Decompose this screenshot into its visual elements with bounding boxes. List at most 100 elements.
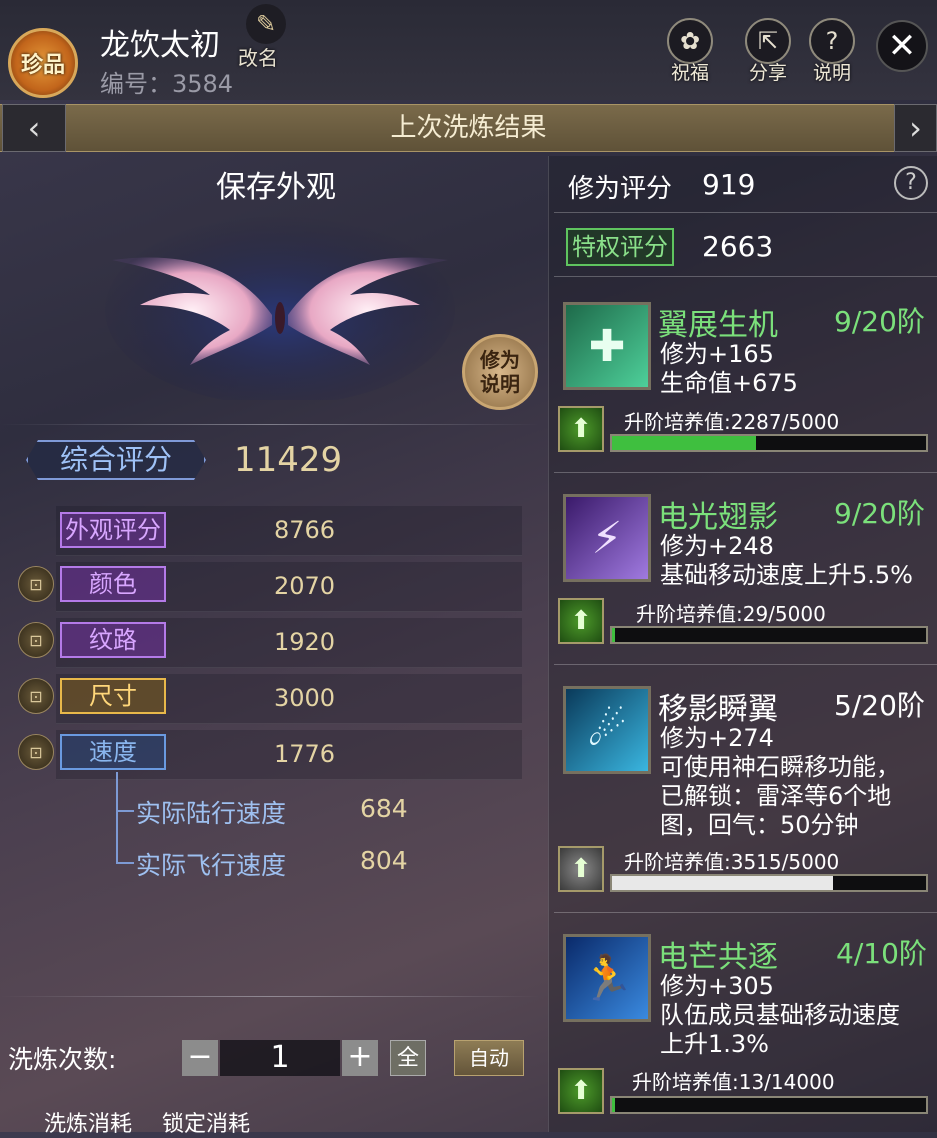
skill-desc-line: 基础移动速度上升5.5% xyxy=(660,561,913,589)
skill-tier: 5/20阶 xyxy=(834,689,925,722)
share-button[interactable]: ⇱ 分享 xyxy=(738,18,798,88)
blessing-label: 祝福 xyxy=(670,62,709,84)
overall-score-value: 11429 xyxy=(234,440,343,480)
attr-value-pattern: 1920 xyxy=(274,628,336,656)
xiuwei-score-label: 修为评分 xyxy=(568,174,673,204)
arrow-up-icon: ⬆ xyxy=(570,1076,592,1106)
lock-cost-label: 锁定消耗 xyxy=(162,1112,251,1137)
brush-icon: ✎ xyxy=(246,4,286,44)
result-banner: 上次洗炼结果 xyxy=(0,104,937,152)
refine-count-input[interactable]: 1 xyxy=(220,1040,340,1076)
max-button[interactable]: 全 xyxy=(390,1040,426,1076)
rename-button[interactable]: ✎ 改名 xyxy=(236,4,292,70)
lock-icon[interactable]: ⊡ xyxy=(18,566,54,602)
skill-tier: 9/20阶 xyxy=(834,497,925,530)
arrow-up-icon: ⬆ xyxy=(570,854,592,884)
attr-tag-color: 颜色 xyxy=(60,566,166,602)
attr-tag-pattern: 纹路 xyxy=(60,622,166,658)
skill-name: 移影瞬翼 xyxy=(658,692,778,727)
skill-desc-line: 修为+274 xyxy=(660,724,774,752)
lock-icon[interactable]: ⊡ xyxy=(18,678,54,714)
upgrade-progress-label: 升阶培养值:2287/5000 xyxy=(624,410,840,434)
privilege-score-value: 2663 xyxy=(702,230,774,263)
wing-preview-image xyxy=(105,215,455,400)
share-label: 分享 xyxy=(748,62,787,84)
banner-title: 上次洗炼结果 xyxy=(390,113,547,143)
right-divider xyxy=(554,664,937,665)
chevron-left-icon: ‹ xyxy=(27,109,41,147)
prev-button[interactable]: ‹ xyxy=(2,104,66,152)
land-speed-value: 684 xyxy=(360,794,408,823)
close-icon: ✕ xyxy=(887,26,917,66)
xiuwei-score-value: 919 xyxy=(702,168,756,201)
upgrade-progress-bar xyxy=(610,626,928,644)
attr-tag-size: 尺寸 xyxy=(60,678,166,714)
arrow-up-icon: ⬆ xyxy=(570,606,592,636)
progress-fill xyxy=(612,876,833,890)
skill-desc-line: 上升1.3% xyxy=(660,1030,769,1058)
increment-button[interactable]: + xyxy=(342,1040,378,1076)
decrement-button[interactable]: − xyxy=(182,1040,218,1076)
wing-id: 编号：3584 xyxy=(100,70,234,98)
flight-speed-label: 实际飞行速度 xyxy=(136,851,287,880)
upgrade-button-disabled[interactable]: ⬆ xyxy=(558,846,604,892)
heal-icon[interactable]: ✚ xyxy=(563,302,651,390)
rename-label: 改名 xyxy=(238,46,278,70)
skill-name: 翼展生机 xyxy=(658,308,778,343)
chevron-right-icon: › xyxy=(909,109,922,147)
attr-value-speed: 1776 xyxy=(274,740,336,768)
help-button[interactable]: ? 说明 xyxy=(802,18,862,88)
upgrade-progress-label: 升阶培养值:13/14000 xyxy=(632,1070,835,1094)
team-run-icon[interactable]: 🏃 xyxy=(563,934,651,1022)
upgrade-progress-bar xyxy=(610,1096,928,1114)
lock-icon[interactable]: ⊡ xyxy=(18,734,54,770)
xiuwei-explain-button[interactable]: 修为说明 xyxy=(462,334,538,410)
attr-tag-speed: 速度 xyxy=(60,734,166,770)
question-icon[interactable]: ? xyxy=(894,166,928,200)
attr-value-size: 3000 xyxy=(274,684,336,712)
right-divider xyxy=(554,472,937,473)
skill-tier: 9/20阶 xyxy=(834,305,925,338)
help-label: 说明 xyxy=(812,62,851,84)
right-divider xyxy=(554,276,937,277)
skill-desc-line: 修为+305 xyxy=(660,972,774,1000)
skill-desc-line: 修为+165 xyxy=(660,340,774,368)
wing-name: 龙饮太初 xyxy=(100,28,220,63)
skill-desc-line: 已解锁：雷泽等6个地 xyxy=(660,782,892,810)
tree-branch xyxy=(116,810,134,812)
skill-desc-line: 生命值+675 xyxy=(660,369,798,397)
teleport-icon[interactable]: ☄ xyxy=(563,686,651,774)
left-divider xyxy=(0,424,540,425)
xiuwei-explain-label: 修为说明 xyxy=(480,348,520,396)
tree-branch xyxy=(116,862,134,864)
progress-fill xyxy=(612,628,616,642)
upgrade-progress-label: 升阶培养值:3515/5000 xyxy=(624,850,840,874)
lightning-wing-icon[interactable]: ⚡ xyxy=(563,494,651,582)
upgrade-button[interactable]: ⬆ xyxy=(558,406,604,452)
lock-icon[interactable]: ⊡ xyxy=(18,622,54,658)
flight-speed-value: 804 xyxy=(360,846,408,875)
skill-desc-line: 队伍成员基础移动速度 xyxy=(660,1001,900,1029)
right-divider xyxy=(554,912,937,913)
privilege-score-tag: 特权评分 xyxy=(566,228,674,266)
right-divider xyxy=(554,212,937,213)
skill-tier: 4/10阶 xyxy=(836,937,927,970)
next-button[interactable]: › xyxy=(894,104,937,152)
upgrade-button[interactable]: ⬆ xyxy=(558,1068,604,1114)
skill-name: 电芒共逐 xyxy=(658,940,778,975)
left-divider-bottom xyxy=(0,996,540,997)
upgrade-progress-bar xyxy=(610,874,928,892)
refine-cost-label: 洗炼消耗 xyxy=(44,1112,133,1137)
overall-score-tag: 综合评分 xyxy=(26,440,206,480)
skill-desc-line: 图，回气：50分钟 xyxy=(660,811,859,839)
land-speed-label: 实际陆行速度 xyxy=(136,799,287,828)
close-button[interactable]: ✕ xyxy=(876,20,928,72)
skill-desc-line: 修为+248 xyxy=(660,532,774,560)
auto-button[interactable]: 自动 xyxy=(454,1040,524,1076)
skill-desc-line: 可使用神石瞬移功能， xyxy=(660,753,900,781)
refine-count-label: 洗炼次数: xyxy=(8,1045,117,1074)
blessing-button[interactable]: ✿ 祝福 xyxy=(660,18,720,88)
upgrade-button[interactable]: ⬆ xyxy=(558,598,604,644)
attr-tag-appearance: 外观评分 xyxy=(60,512,166,548)
rarity-badge: 珍品 xyxy=(8,28,78,98)
